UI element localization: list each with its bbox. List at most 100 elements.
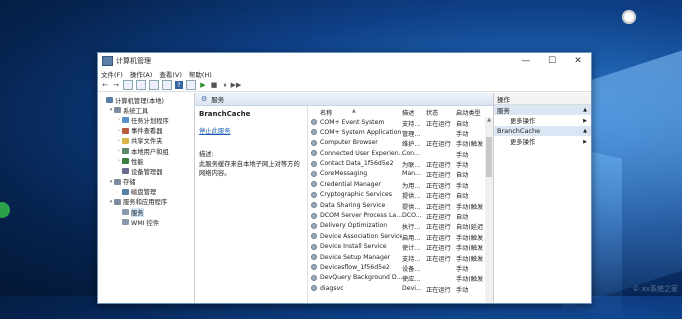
- actions-section-label: 服务: [497, 107, 510, 115]
- service-row[interactable]: Cryptographic Services 提供... 正在运行 自动: [308, 190, 493, 200]
- service-row[interactable]: DCOM Server Process La... DCO... 正在运行 自动: [308, 211, 493, 221]
- service-name-cell: Contact Data_1f56d5e2: [320, 160, 394, 168]
- scroll-up-icon[interactable]: ▲: [485, 117, 493, 125]
- tree-node-label: 磁盘管理: [131, 189, 157, 197]
- tree-node[interactable]: ▾ 存储: [98, 177, 194, 187]
- console-tree-icon[interactable]: [123, 80, 133, 90]
- service-desc-cell: 支持...: [402, 255, 421, 263]
- service-gear-icon: [311, 243, 317, 250]
- column-startup-type[interactable]: 启动类型: [456, 108, 481, 117]
- service-row[interactable]: COM+ System Application 管理... 手动: [308, 127, 493, 138]
- start-service-icon[interactable]: ▶: [199, 81, 207, 89]
- tree-node[interactable]: ▾ 系统工具: [98, 105, 194, 115]
- service-name-cell: Device Setup Manager: [320, 253, 391, 261]
- actions-section-services[interactable]: 服务 ▲: [494, 105, 591, 115]
- tree-node[interactable]: 设备管理器: [98, 166, 194, 176]
- service-row[interactable]: DevQuery Background D... 使应... 手动(触发: [308, 273, 493, 283]
- help-icon[interactable]: ?: [175, 81, 183, 89]
- more-actions-item[interactable]: 更多操作 ▶: [494, 136, 591, 147]
- service-row[interactable]: Device Install Service 使计... 正在运行 手动(触发: [308, 242, 493, 252]
- forward-icon[interactable]: →: [112, 81, 120, 89]
- service-gear-icon: [311, 181, 317, 188]
- service-row[interactable]: Device Setup Manager 支持... 正在运行 手动(触发: [308, 252, 493, 263]
- tree-node[interactable]: › 性能: [98, 156, 194, 166]
- properties-icon[interactable]: [136, 80, 146, 90]
- service-desc-cell: 维护...: [402, 141, 421, 149]
- tree-node[interactable]: 服务: [98, 207, 194, 217]
- service-desc-cell: 使计...: [402, 245, 421, 253]
- more-actions-item[interactable]: 更多操作 ▶: [494, 115, 591, 126]
- refresh-icon[interactable]: [149, 80, 159, 90]
- service-row[interactable]: diagsvc Devi... 正在运行 手动: [308, 283, 493, 294]
- tree-node-icon: [114, 198, 121, 205]
- actions-pane: 操作 服务 ▲ 更多操作 ▶ BranchCache ▲ 更多操作 ▶: [493, 93, 591, 303]
- desktop-icon[interactable]: [622, 10, 636, 24]
- tree-node[interactable]: WMI 控件: [98, 217, 194, 227]
- view-icon[interactable]: [186, 80, 196, 90]
- service-row[interactable]: Devicesflow_1f56d5e2 设备... 手动: [308, 262, 493, 273]
- service-status-cell: 正在运行: [426, 193, 451, 201]
- service-row[interactable]: Credential Manager 为用... 正在运行 手动: [308, 179, 493, 190]
- desktop-icon[interactable]: [0, 202, 10, 218]
- tree-node[interactable]: › 共享文件夹: [98, 136, 194, 146]
- service-gear-icon: [311, 233, 317, 240]
- service-row[interactable]: CoreMessaging Man... 正在运行 自动: [308, 169, 493, 179]
- service-status-cell: 正在运行: [426, 234, 451, 242]
- service-row[interactable]: Contact Data_1f56d5e2 为联... 正在运行 手动: [308, 159, 493, 169]
- vertical-scrollbar[interactable]: ▲: [485, 117, 493, 303]
- tree-node[interactable]: › 事件查看器: [98, 126, 194, 136]
- service-desc-cell: Man...: [402, 170, 421, 178]
- menu-help[interactable]: 帮助(H): [189, 69, 212, 79]
- computer-management-window: 计算机管理 — ☐ ✕ 文件(F) 操作(A) 查看(V) 帮助(H) ← → …: [97, 52, 592, 304]
- service-desc-cell: 提供...: [402, 203, 421, 211]
- service-desc-cell: 管理...: [402, 130, 421, 138]
- service-name-cell: Computer Browser: [320, 139, 378, 147]
- service-name-cell: Devicesflow_1f56d5e2: [320, 263, 390, 271]
- tree-node[interactable]: 磁盘管理: [98, 187, 194, 197]
- tree-node-icon: [122, 148, 129, 155]
- more-actions-label: 更多操作: [510, 118, 536, 125]
- export-icon[interactable]: [162, 80, 172, 90]
- tree-node-icon: [122, 137, 129, 144]
- close-button[interactable]: ✕: [565, 53, 591, 68]
- actions-section-branchcache[interactable]: BranchCache ▲: [494, 126, 591, 136]
- service-row[interactable]: Device Association Service 启用... 正在运行 手动(触发: [308, 231, 493, 242]
- service-name-cell: DevQuery Background D...: [320, 274, 402, 282]
- back-icon[interactable]: ←: [101, 81, 109, 89]
- tree-node-label: 设备管理器: [131, 168, 163, 176]
- menu-action[interactable]: 操作(A): [130, 69, 153, 79]
- tree-node[interactable]: › 本地用户和组: [98, 146, 194, 156]
- tree-node[interactable]: ▾ 服务和应用程序: [98, 197, 194, 207]
- menu-file[interactable]: 文件(F): [101, 69, 123, 79]
- service-name-cell: Connected User Experien...: [320, 149, 402, 157]
- service-row[interactable]: Data Sharing Service 提供... 正在运行 手动(触发: [308, 200, 493, 211]
- column-name[interactable]: 名称: [320, 108, 332, 117]
- tree-node[interactable]: › 任务计划程序: [98, 115, 194, 125]
- service-detail-pane: BranchCache 停止此服务 描述: 此服务缓存来自本地子网上对等方的网络…: [195, 106, 308, 303]
- service-status-cell: 正在运行: [426, 224, 451, 232]
- service-row[interactable]: Connected User Experien... Con... 手动: [308, 148, 493, 159]
- tree-node-label: 任务计划程序: [131, 117, 169, 125]
- minimize-button[interactable]: —: [513, 53, 539, 68]
- service-row[interactable]: Delivery Optimization 执行... 正在运行 自动(延迟: [308, 221, 493, 231]
- stop-service-icon[interactable]: ■: [210, 81, 218, 89]
- menu-view[interactable]: 查看(V): [159, 69, 182, 79]
- maximize-button[interactable]: ☐: [539, 53, 565, 68]
- service-row[interactable]: COM+ Event System 支持... 正在运行 自动: [308, 117, 493, 128]
- service-name-cell: Device Install Service: [320, 243, 387, 251]
- tree-node-icon: [122, 219, 129, 226]
- restart-service-icon[interactable]: ▶▶: [231, 81, 242, 89]
- service-gear-icon: [311, 274, 317, 281]
- column-description[interactable]: 描述: [402, 108, 414, 117]
- scroll-thumb[interactable]: [486, 137, 492, 177]
- title-bar[interactable]: 计算机管理 — ☐ ✕: [98, 53, 591, 68]
- pause-service-icon[interactable]: ⏸: [221, 81, 229, 89]
- service-row[interactable]: Computer Browser 维护... 正在运行 手动(触发: [308, 138, 493, 148]
- submenu-arrow-icon: ▶: [583, 117, 587, 124]
- stop-service-link[interactable]: 停止此服务: [199, 126, 303, 135]
- tree-node-label: 服务和应用程序: [123, 199, 168, 207]
- service-status-cell: 正在运行: [426, 162, 451, 170]
- tree-node-label: 存储: [123, 179, 136, 187]
- column-status[interactable]: 状态: [426, 108, 438, 117]
- tree-node[interactable]: 计算机管理(本地): [98, 95, 194, 105]
